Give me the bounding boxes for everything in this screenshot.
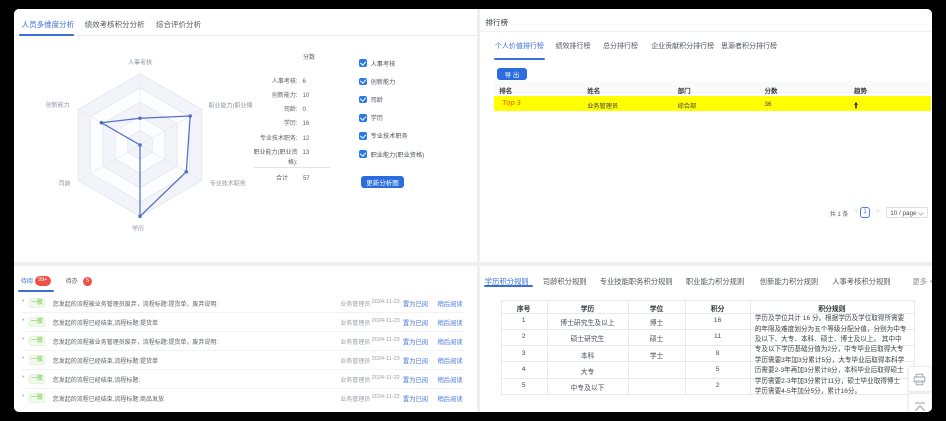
svg-text:人事考核: 人事考核: [128, 59, 152, 67]
svg-text:专业技术职务: 专业技术职务: [210, 180, 246, 188]
svg-text:学历: 学历: [132, 225, 144, 233]
svg-text:创新能力: 创新能力: [46, 101, 70, 109]
svg-text:职业能力(职业情: 职业能力(职业情: [209, 102, 253, 110]
svg-text:司龄: 司龄: [59, 180, 71, 188]
